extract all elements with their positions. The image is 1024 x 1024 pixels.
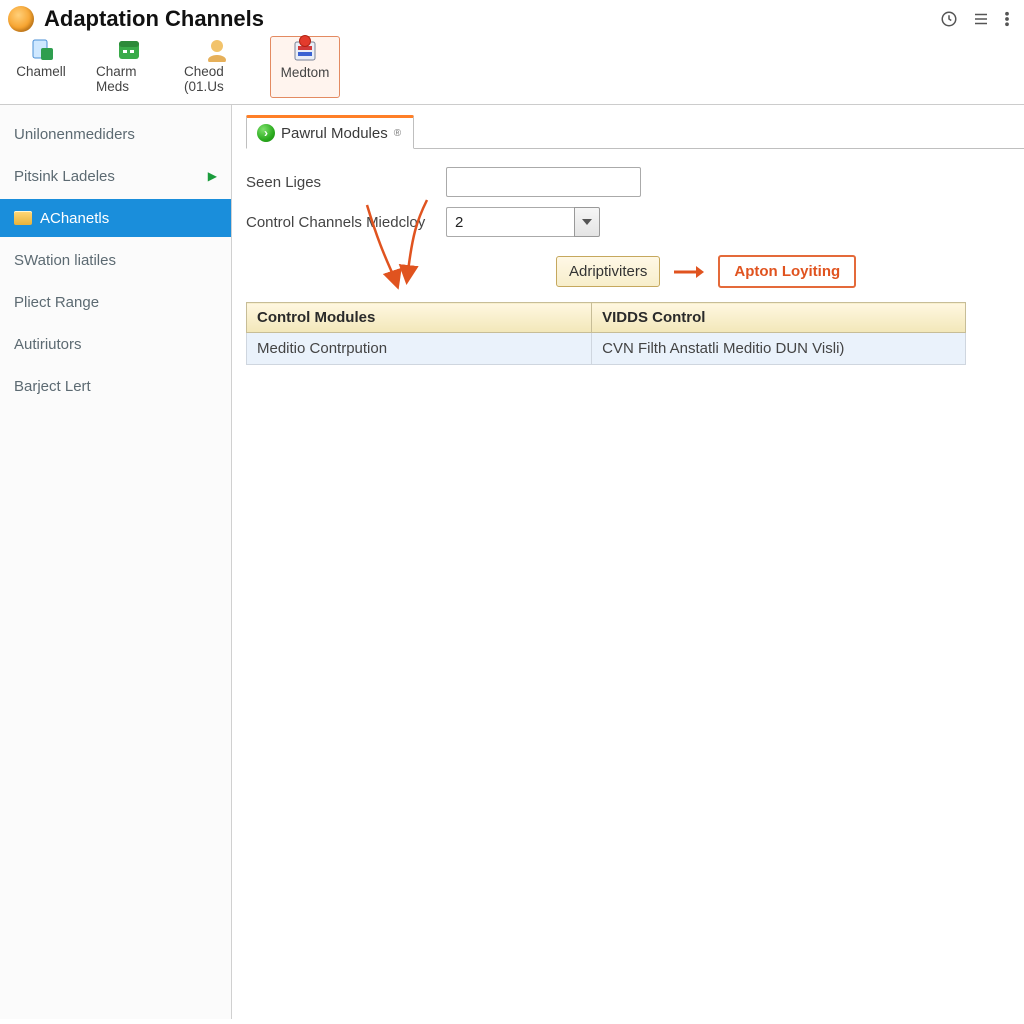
- main-split: Unilonenmediders Pitsink Ladeles ▶ AChan…: [0, 105, 1024, 1019]
- sidebar-item-swation-liatiles[interactable]: SWation liatiles: [0, 241, 231, 279]
- toolbar-item-label: Chamell: [16, 64, 66, 79]
- adriptiviters-button[interactable]: Adriptiviters: [556, 256, 660, 287]
- toolbar-item-label: Cheod (01.Us: [184, 64, 250, 94]
- seen-label: Seen Liges: [246, 174, 446, 191]
- arrow-right-icon: [674, 264, 704, 280]
- control-label: Control Channels Miedcloy: [246, 214, 446, 231]
- page-title: Adaptation Channels: [44, 6, 930, 32]
- sidebar-item-pitsink-ladeles[interactable]: Pitsink Ladeles ▶: [0, 157, 231, 195]
- document-icon: [27, 38, 55, 62]
- title-bar-actions: [940, 10, 1014, 28]
- clock-icon[interactable]: [940, 10, 958, 28]
- tab-pawrul-modules[interactable]: › Pawrul Modules ®: [246, 115, 414, 149]
- control-select: [446, 207, 600, 237]
- calendar-icon: [115, 38, 143, 62]
- module-icon: [291, 39, 319, 63]
- folder-icon: [14, 211, 32, 225]
- sidebar-item-label: AChanetls: [40, 210, 109, 227]
- more-icon[interactable]: [1004, 10, 1010, 28]
- toolbar-item-label: Medtom: [281, 65, 330, 80]
- toolbar: Chamell Charm Meds Cheod (01.Us Medtom: [0, 36, 1024, 105]
- action-row: Adriptiviters Apton Loyiting: [556, 255, 1024, 288]
- sidebar: Unilonenmediders Pitsink Ladeles ▶ AChan…: [0, 105, 232, 1019]
- seen-input[interactable]: [446, 167, 641, 197]
- control-select-input[interactable]: [446, 207, 574, 237]
- sidebar-item-pliect-range[interactable]: Pliect Range: [0, 283, 231, 321]
- col-header-vidds-control[interactable]: VIDDS Control: [592, 303, 966, 333]
- sidebar-item-label: Pliect Range: [14, 294, 99, 311]
- sidebar-item-unilonenmediders[interactable]: Unilonenmediders: [0, 115, 231, 153]
- sidebar-item-label: Barject Lert: [14, 378, 91, 395]
- app-logo-icon: [8, 6, 34, 32]
- sidebar-item-label: SWation liatiles: [14, 252, 116, 269]
- sidebar-item-autiriutors[interactable]: Autiriutors: [0, 325, 231, 363]
- cell-vidds-control: CVN Filth Anstatli Meditio DUN Visli): [592, 333, 966, 365]
- form-row-seen: Seen Liges: [246, 167, 1024, 197]
- chevron-right-icon: ▶: [208, 169, 217, 183]
- play-badge-icon: ›: [257, 124, 275, 142]
- toolbar-item-cheod[interactable]: Cheod (01.Us: [182, 36, 252, 98]
- main-panel: › Pawrul Modules ® Seen Liges Control Cha…: [232, 105, 1024, 1019]
- sidebar-item-label: Unilonenmediders: [14, 126, 135, 143]
- toolbar-item-label: Charm Meds: [96, 64, 162, 94]
- apton-loyiting-button[interactable]: Apton Loyiting: [718, 255, 856, 288]
- toolbar-item-charm-meds[interactable]: Charm Meds: [94, 36, 164, 98]
- registered-icon: ®: [394, 128, 401, 139]
- title-bar: Adaptation Channels: [0, 0, 1024, 36]
- user-icon: [203, 38, 231, 62]
- form-row-control: Control Channels Miedcloy: [246, 207, 1024, 237]
- sidebar-item-barject-lert[interactable]: Barject Lert: [0, 367, 231, 405]
- modules-table: Control Modules VIDDS Control Meditio Co…: [246, 302, 966, 365]
- sidebar-item-label: Pitsink Ladeles: [14, 168, 115, 185]
- toolbar-item-medtom[interactable]: Medtom: [270, 36, 340, 98]
- sidebar-item-achanetls[interactable]: AChanetls: [0, 199, 231, 237]
- control-select-toggle[interactable]: [574, 207, 600, 237]
- cell-control-modules: Meditio Contrpution: [247, 333, 592, 365]
- sidebar-item-label: Autiriutors: [14, 336, 82, 353]
- col-header-control-modules[interactable]: Control Modules: [247, 303, 592, 333]
- list-icon[interactable]: [972, 10, 990, 28]
- table-header-row: Control Modules VIDDS Control: [247, 303, 966, 333]
- tab-label: Pawrul Modules: [281, 125, 388, 142]
- notification-dot-icon: [299, 35, 311, 47]
- chevron-down-icon: [582, 219, 592, 225]
- table-row[interactable]: Meditio Contrpution CVN Filth Anstatli M…: [247, 333, 966, 365]
- toolbar-item-chamell[interactable]: Chamell: [6, 36, 76, 98]
